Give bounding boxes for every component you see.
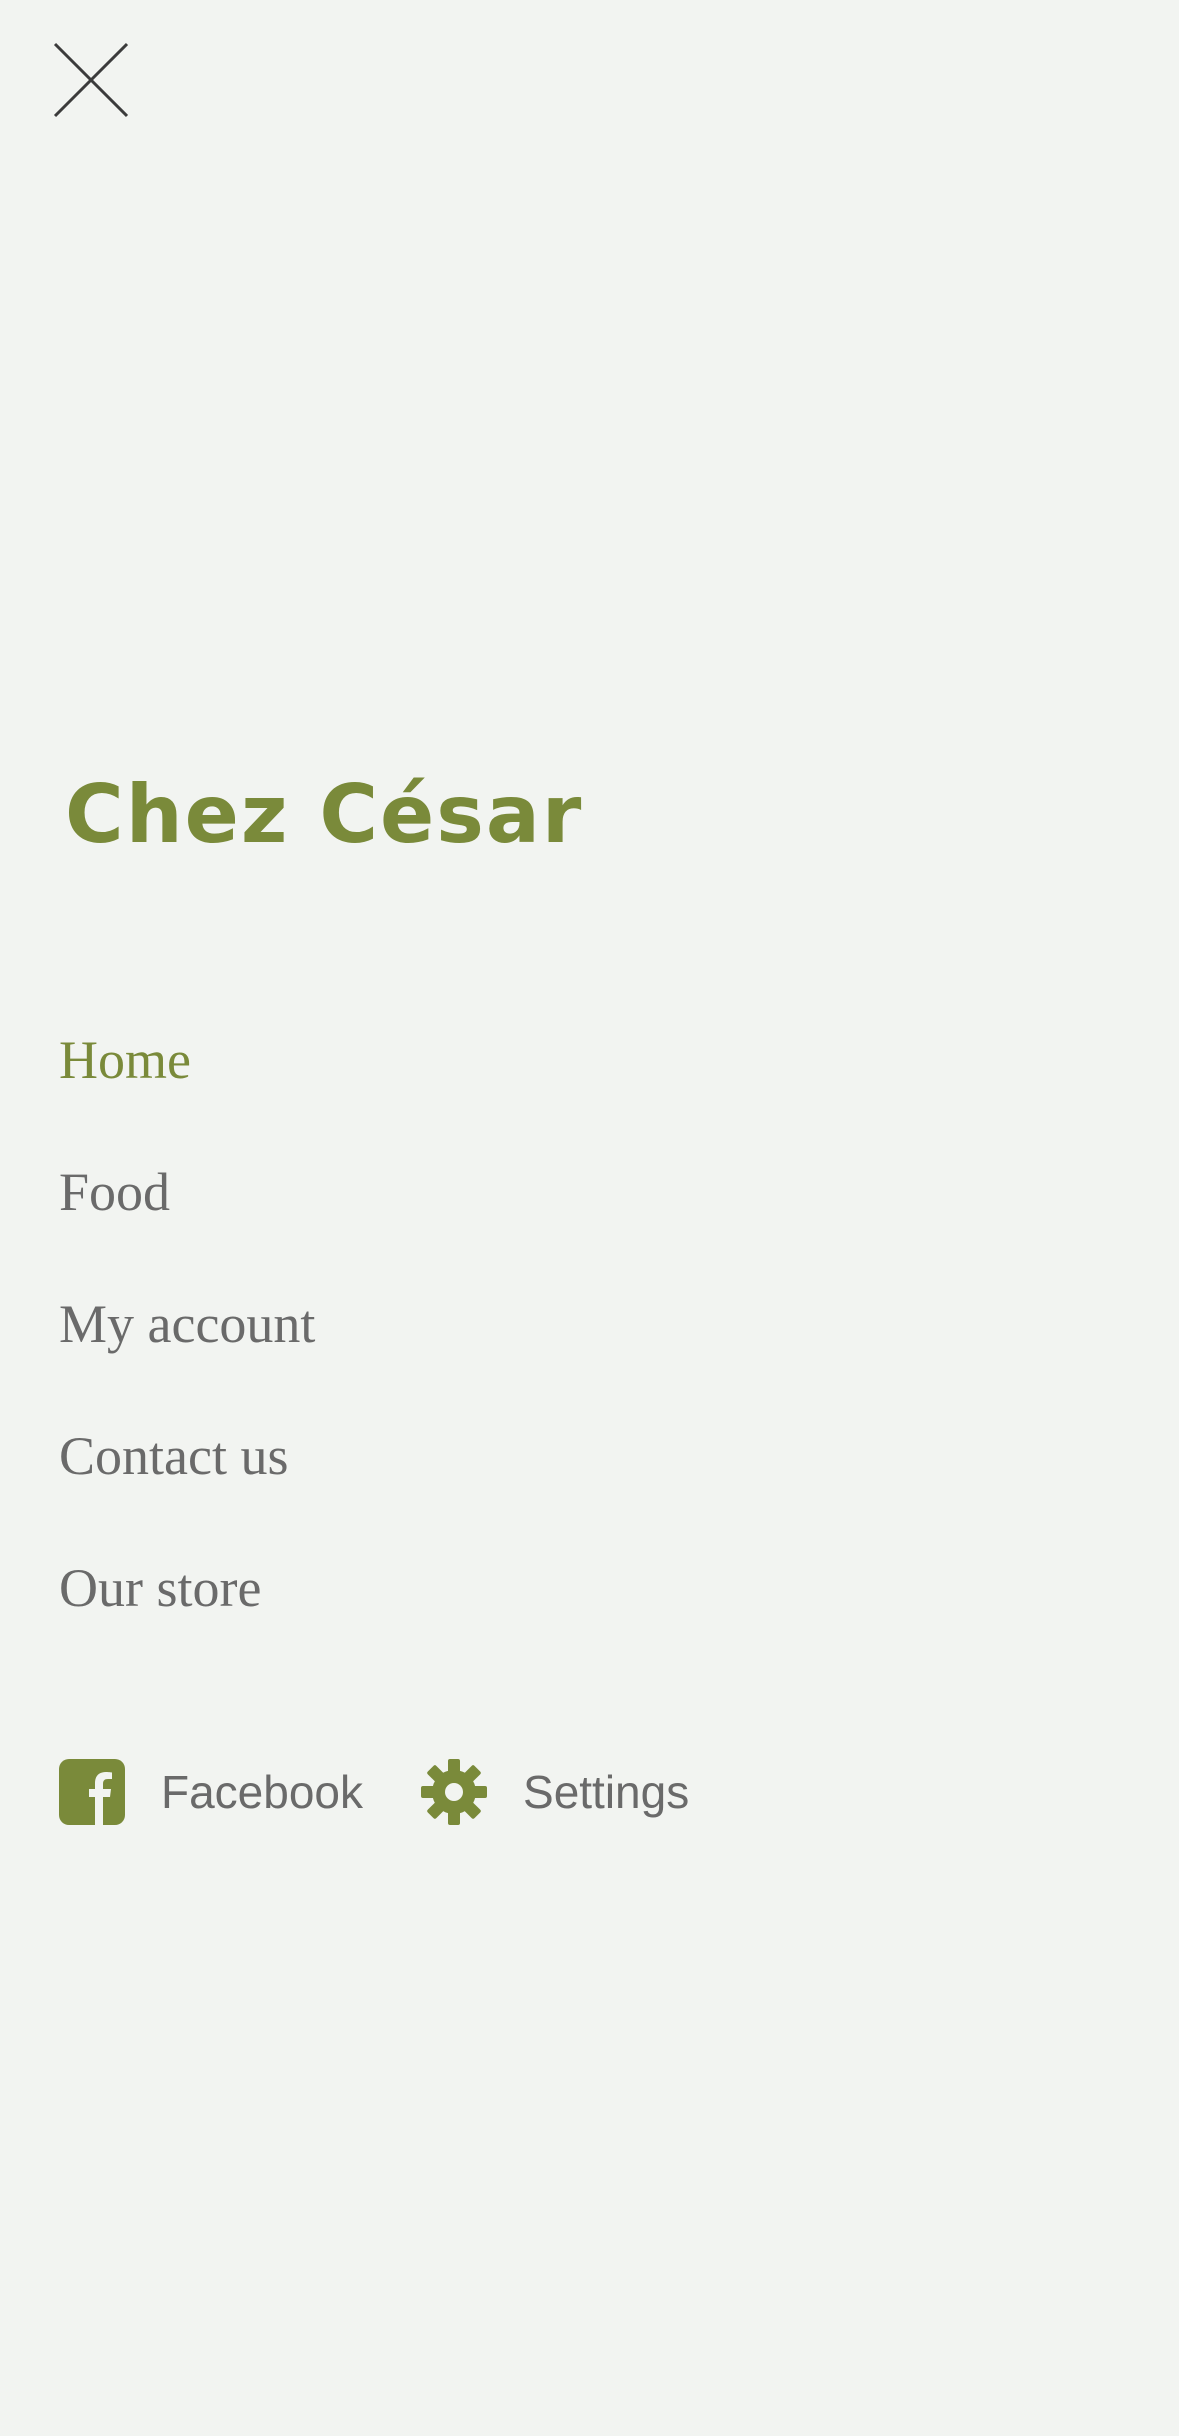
close-button[interactable] bbox=[49, 38, 133, 122]
nav-menu: Home Food My account Contact us Our stor… bbox=[59, 1020, 315, 1680]
gear-icon bbox=[421, 1759, 488, 1825]
nav-item-contact-us[interactable]: Contact us bbox=[59, 1416, 315, 1548]
close-icon bbox=[53, 42, 129, 118]
facebook-icon bbox=[59, 1759, 125, 1825]
facebook-label: Facebook bbox=[161, 1766, 364, 1818]
brand-title: Chez César bbox=[65, 768, 584, 861]
footer-links: Facebook Settings bbox=[59, 1757, 689, 1827]
nav-item-my-account[interactable]: My account bbox=[59, 1284, 315, 1416]
nav-item-food[interactable]: Food bbox=[59, 1152, 315, 1284]
nav-item-home[interactable]: Home bbox=[59, 1020, 315, 1152]
settings-link[interactable]: Settings bbox=[421, 1759, 689, 1825]
facebook-link[interactable]: Facebook bbox=[59, 1759, 363, 1825]
settings-label: Settings bbox=[523, 1766, 690, 1818]
nav-item-our-store[interactable]: Our store bbox=[59, 1548, 315, 1680]
